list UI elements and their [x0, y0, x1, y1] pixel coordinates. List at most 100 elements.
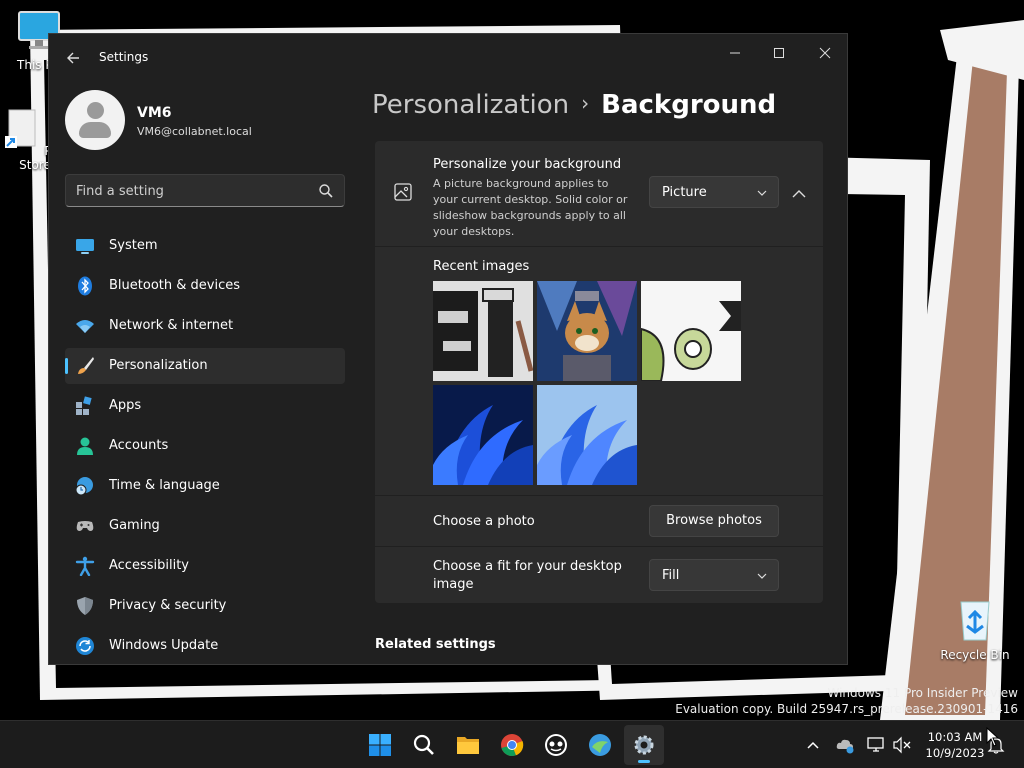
- recent-image-thumb[interactable]: [641, 281, 741, 381]
- maximize-icon: [774, 48, 784, 58]
- search-icon: [413, 734, 434, 755]
- sidebar-item-apps[interactable]: Apps: [65, 388, 345, 424]
- sidebar-item-time-language[interactable]: Time & language: [65, 468, 345, 504]
- chevron-down-icon: [757, 190, 767, 196]
- shield-icon: [77, 597, 93, 615]
- sidebar-item-privacy[interactable]: Privacy & security: [65, 588, 345, 624]
- search-icon[interactable]: [318, 183, 334, 199]
- close-button[interactable]: [805, 40, 845, 70]
- minimize-icon: [730, 52, 740, 54]
- system-clock[interactable]: 10:03 AM 10/9/2023: [920, 729, 990, 761]
- build-watermark: Windows 11 Pro Insider Preview Evaluatio…: [675, 685, 1018, 717]
- sidebar-item-accessibility[interactable]: Accessibility: [65, 548, 345, 584]
- accessibility-icon: [75, 556, 95, 576]
- user-email: VM6@collabnet.local: [137, 125, 252, 138]
- taskbar-app-button[interactable]: [536, 725, 576, 765]
- sidebar-item-label: Privacy & security: [109, 598, 227, 613]
- sidebar-item-label: Apps: [109, 398, 142, 413]
- file-explorer-icon: [457, 737, 479, 754]
- globe-clock-icon: [75, 477, 93, 496]
- user-name: VM6: [137, 105, 172, 121]
- cloud-sync-icon[interactable]: [835, 735, 855, 755]
- start-button[interactable]: [360, 725, 400, 765]
- page-title: Background: [601, 90, 777, 120]
- choose-fit-label-line: image: [433, 577, 474, 592]
- browse-photos-button[interactable]: Browse photos: [649, 505, 779, 537]
- back-button[interactable]: [61, 46, 85, 70]
- sidebar-item-label: Accounts: [109, 438, 169, 453]
- recent-image-thumb[interactable]: [537, 281, 637, 381]
- background-type-dropdown[interactable]: Picture: [649, 176, 779, 208]
- personalize-background-card: Personalize your background A picture ba…: [375, 141, 823, 246]
- fit-dropdown[interactable]: Fill: [649, 559, 779, 591]
- related-settings-heading: Related settings: [375, 637, 496, 652]
- desktop-icon-recycle-bin[interactable]: Recycle Bin: [940, 598, 1010, 662]
- settings-window: Settings VM6 VM6@collabnet.local System: [48, 33, 848, 665]
- sidebar-item-personalization[interactable]: Personalization: [65, 348, 345, 384]
- breadcrumb-parent[interactable]: Personalization: [372, 90, 569, 120]
- chevron-up-icon[interactable]: [803, 735, 823, 755]
- recent-image-thumb[interactable]: [433, 281, 533, 381]
- recycle-bin-icon: [960, 601, 990, 641]
- settings-taskbar-button[interactable]: [624, 725, 664, 765]
- app-icon-2: [589, 734, 611, 756]
- title-bar[interactable]: Settings: [49, 34, 847, 80]
- network-icon[interactable]: [866, 735, 886, 755]
- taskbar-app-button-2[interactable]: [580, 725, 620, 765]
- avatar-body: [79, 122, 111, 138]
- windows-bloom-light-image: [537, 385, 637, 485]
- chevron-up-icon: [792, 190, 806, 198]
- apps-icon: [76, 396, 92, 415]
- shortcut-file-icon: [4, 109, 36, 148]
- search-box[interactable]: [65, 174, 345, 207]
- sidebar-item-label: System: [109, 238, 158, 253]
- sidebar-item-system[interactable]: System: [65, 228, 345, 264]
- sidebar-item-accounts[interactable]: Accounts: [65, 428, 345, 464]
- picture-icon: [394, 183, 412, 201]
- choose-fit-row: Choose a fit for your desktop image Fill: [375, 547, 823, 603]
- mouse-cursor-icon: [986, 727, 1000, 747]
- settings-icon: [634, 735, 654, 755]
- arrow-left-icon: [67, 52, 79, 64]
- sidebar-item-gaming[interactable]: Gaming: [65, 508, 345, 544]
- maximize-button[interactable]: [759, 40, 799, 70]
- taskbar-search-button[interactable]: [404, 725, 444, 765]
- sidebar-item-label: Network & internet: [109, 318, 234, 333]
- bluetooth-icon: [78, 276, 92, 296]
- breadcrumb-separator: ›: [581, 91, 590, 115]
- wifi-icon: [76, 320, 94, 333]
- card-description: A picture background applies to your cur…: [433, 177, 628, 238]
- sidebar-item-bluetooth[interactable]: Bluetooth & devices: [65, 268, 345, 304]
- sidebar-item-network[interactable]: Network & internet: [65, 308, 345, 344]
- recent-images-card: Recent images: [375, 247, 823, 495]
- brush-icon: [78, 357, 94, 374]
- chrome-icon: [501, 734, 524, 757]
- close-icon: [819, 47, 831, 59]
- taskbar: 10:03 AM 10/9/2023: [0, 720, 1024, 768]
- windows-bloom-dark-image: [433, 385, 533, 485]
- recent-image-thumb[interactable]: [433, 385, 533, 485]
- search-input[interactable]: [76, 182, 306, 200]
- avatar[interactable]: [65, 90, 125, 150]
- start-icon: [369, 734, 391, 756]
- sidebar-item-label: Accessibility: [109, 558, 189, 573]
- sidebar-item-label: Bluetooth & devices: [109, 278, 240, 293]
- accounts-icon: [77, 437, 93, 455]
- card-title: Personalize your background: [433, 157, 622, 172]
- sidebar-item-windows-update[interactable]: Windows Update: [65, 628, 345, 664]
- watermark-line: Windows 11 Pro Insider Preview: [827, 686, 1018, 700]
- desktop-icon-label: Recycle Bin: [940, 648, 1010, 662]
- sidebar-nav: System Bluetooth & devices Network & int…: [65, 228, 345, 664]
- dropdown-value: Picture: [662, 185, 707, 200]
- sidebar-item-label: Gaming: [109, 518, 160, 533]
- file-explorer-button[interactable]: [448, 725, 488, 765]
- collapse-button[interactable]: [785, 180, 813, 208]
- minimize-button[interactable]: [715, 40, 755, 70]
- chrome-button[interactable]: [492, 725, 532, 765]
- choose-fit-label-line: Choose a fit for your desktop: [433, 559, 622, 574]
- dropdown-value: Fill: [662, 568, 680, 583]
- volume-muted-icon[interactable]: [892, 735, 912, 755]
- recent-image-thumb[interactable]: [537, 385, 637, 485]
- choose-photo-row: Choose a photo Browse photos: [375, 496, 823, 546]
- sidebar-item-label: Windows Update: [109, 638, 219, 653]
